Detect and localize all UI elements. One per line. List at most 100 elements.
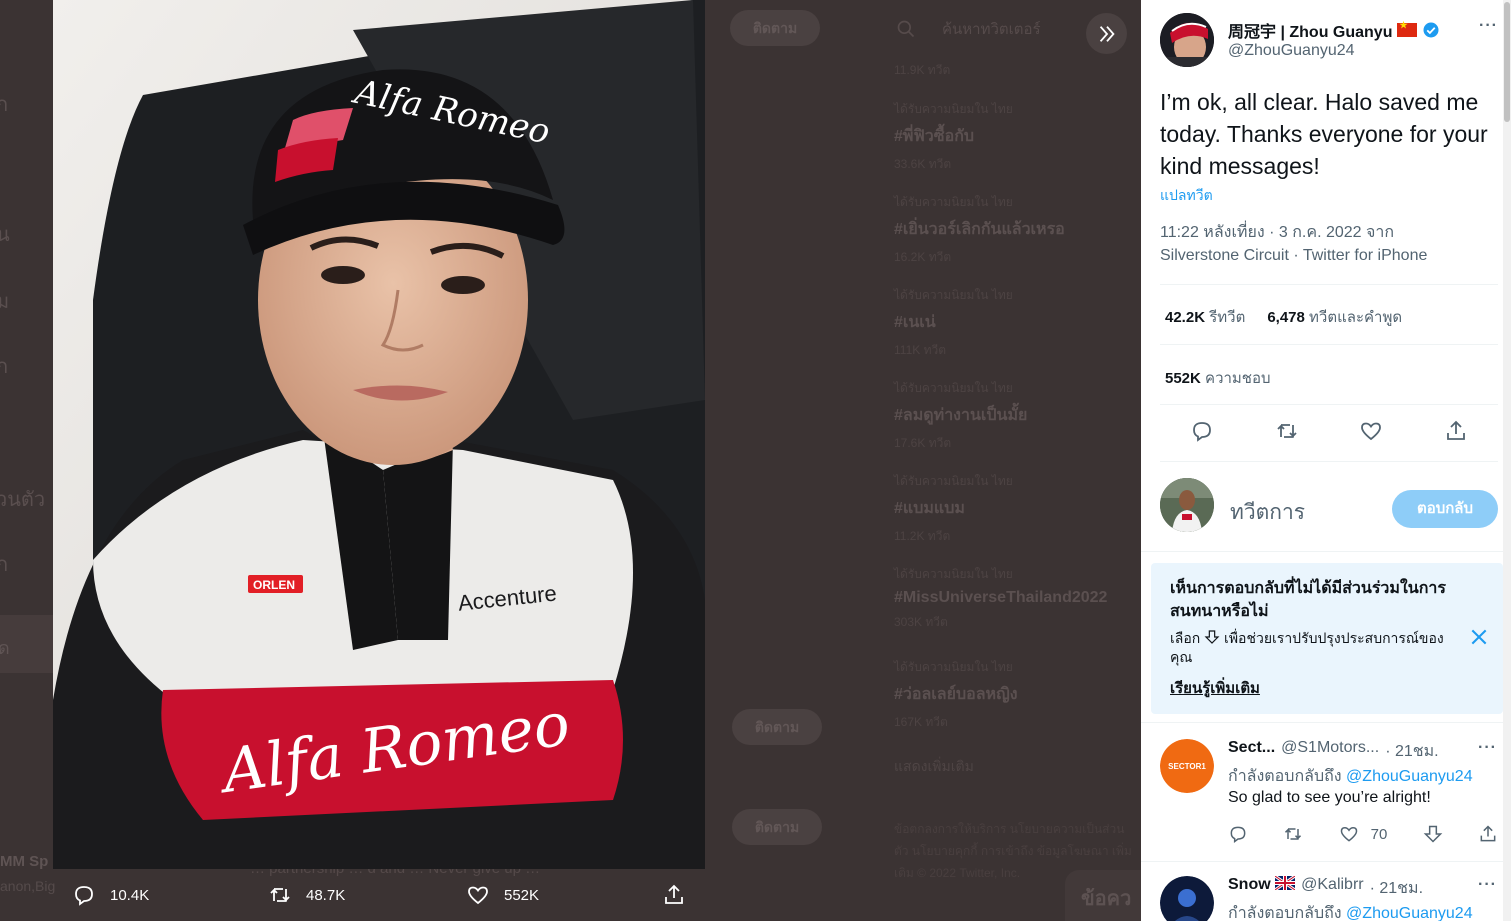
china-flag-icon bbox=[1397, 20, 1418, 37]
translate-tweet-link[interactable]: แปลทวีต bbox=[1160, 185, 1213, 207]
nav-fragment: ก bbox=[0, 356, 9, 378]
likes-stat[interactable]: 552K ความชอบ bbox=[1165, 366, 1271, 390]
more-options-icon[interactable]: ··· bbox=[1478, 876, 1497, 894]
reply-icon[interactable] bbox=[1228, 824, 1248, 844]
notice-body: เลือก เพื่อช่วยเราปรับปรุงประสบการณ์ของค… bbox=[1170, 630, 1444, 665]
trend-item: ได้รับความนิยมใน ไทย #MissUniverseThailan… bbox=[894, 567, 1108, 629]
author-name-text: 周冠宇 | Zhou Guanyu bbox=[1228, 24, 1393, 41]
more-options-icon[interactable]: ··· bbox=[1479, 17, 1498, 35]
tweet-author: 周冠宇 | Zhou Guanyu @ZhouGuanyu24 ··· bbox=[1160, 13, 1500, 69]
expand-panel-button[interactable] bbox=[1086, 13, 1127, 54]
divider bbox=[1141, 551, 1503, 552]
divider bbox=[1141, 861, 1503, 862]
tweet-photo: Alfa Romeo ORLEN Accenture Alfa Romeo bbox=[53, 0, 705, 869]
divider bbox=[1160, 284, 1498, 285]
verified-badge-icon bbox=[1423, 22, 1439, 38]
nav-fragment: ก bbox=[0, 554, 9, 576]
replying-to: กำลังตอบกลับถึง @ZhouGuanyu24 bbox=[1228, 768, 1473, 785]
media-retweet-button[interactable]: 48.7K bbox=[268, 883, 345, 907]
chevrons-right-icon bbox=[1099, 25, 1115, 42]
avatar[interactable]: SECTOR1 bbox=[1160, 739, 1214, 793]
selfie-image: Alfa Romeo ORLEN Accenture Alfa Romeo bbox=[53, 0, 705, 869]
show-more-link: แสดงเพิ่มเติม bbox=[894, 758, 974, 774]
avatar[interactable] bbox=[1160, 13, 1214, 67]
media-action-bar: 10.4K 48.7K 552K bbox=[0, 869, 1141, 921]
uk-flag-icon bbox=[1274, 874, 1296, 892]
scrollbar-thumb[interactable] bbox=[1504, 2, 1510, 122]
reply-header: Snow @Kalibrr · 21ชม. bbox=[1228, 874, 1498, 901]
reply-time[interactable]: · 21ชม. bbox=[1385, 739, 1438, 764]
divider bbox=[1160, 461, 1498, 462]
reply-input[interactable]: ทวีตการ bbox=[1230, 496, 1305, 529]
divider bbox=[1160, 404, 1498, 405]
mention-link[interactable]: @ZhouGuanyu24 bbox=[1346, 768, 1473, 785]
trend-item: ได้รับความนิยมใน ไทย #ลมดูท่างานเป็นมั้ย 1… bbox=[894, 381, 1028, 450]
reply-author-handle[interactable]: @Kalibrr bbox=[1301, 876, 1363, 901]
media-retweet-count: 48.7K bbox=[306, 886, 346, 904]
heart-icon bbox=[468, 886, 488, 905]
avatar[interactable] bbox=[1160, 876, 1214, 921]
reply-time[interactable]: · 21ชม. bbox=[1370, 876, 1423, 901]
media-like-button[interactable]: 552K bbox=[466, 883, 539, 907]
trend-item: ได้รับความนิยมใน ไทย #ว่อลเลย์บอลหญิง 167K… bbox=[894, 660, 1018, 729]
media-reply-button[interactable]: 10.4K bbox=[72, 883, 149, 907]
reply-icon bbox=[75, 886, 93, 906]
svg-text:ORLEN: ORLEN bbox=[253, 578, 295, 592]
reply-tweet[interactable]: Snow @Kalibrr · 21ชม. ··· กำลังตอบกลับถึ… bbox=[1160, 874, 1500, 921]
follow-button: ติดตาม bbox=[732, 809, 822, 845]
reply-tweet[interactable]: SECTOR1 Sect... @S1Motors... · 21ชม. ···… bbox=[1160, 739, 1500, 859]
quotes-stat[interactable]: 6,478 ทวีตและคำพูด bbox=[1267, 305, 1402, 329]
share-icon bbox=[665, 884, 683, 904]
more-options-icon[interactable]: ··· bbox=[1478, 739, 1497, 757]
heart-icon bbox=[1340, 826, 1357, 842]
follow-button: ติดตาม bbox=[730, 10, 820, 46]
reply-button[interactable]: ตอบกลับ bbox=[1392, 490, 1498, 528]
trend-item: ได้รับความนิยมใน ไทย #พี่ฟิวซื้อกับ 33.6K … bbox=[894, 102, 1013, 171]
reply-author-name[interactable]: Sect... bbox=[1228, 739, 1275, 764]
nav-fragment: ก bbox=[0, 94, 9, 116]
author-name[interactable]: 周冠宇 | Zhou Guanyu bbox=[1228, 18, 1440, 42]
replying-to: กำลังตอบกลับถึง @ZhouGuanyu24 bbox=[1228, 905, 1473, 921]
reply-text: So glad to see you’re alright! bbox=[1228, 789, 1431, 806]
tweet-actions bbox=[1160, 415, 1498, 447]
media-share-button[interactable] bbox=[662, 883, 686, 907]
share-icon[interactable] bbox=[1444, 419, 1468, 443]
bg-space-title: MM Sp bbox=[0, 853, 49, 870]
heart-icon[interactable] bbox=[1359, 419, 1383, 443]
reply-like-count: 70 bbox=[1370, 825, 1388, 843]
mention-link[interactable]: @ZhouGuanyu24 bbox=[1346, 905, 1473, 921]
share-icon[interactable] bbox=[1478, 824, 1498, 844]
reply-like-button[interactable]: 70 bbox=[1339, 824, 1388, 844]
retweets-stat[interactable]: 42.2K รีทวีต bbox=[1165, 305, 1245, 329]
trend-count: 11.9K ทวีต bbox=[894, 63, 951, 77]
left-nav-fragments: ก น ม ก วนตัว ก bbox=[0, 0, 55, 921]
learn-more-link[interactable]: เรียนรู้เพิ่มเติม bbox=[1170, 676, 1260, 700]
nav-fragment: ม bbox=[0, 291, 10, 313]
nav-fragment: น bbox=[0, 224, 10, 246]
avatar[interactable] bbox=[1160, 478, 1214, 532]
feedback-notice: เห็นการตอบกลับที่ไม่ได้มีส่วนร่วมในการสน… bbox=[1151, 563, 1503, 714]
media-reply-count: 10.4K bbox=[110, 886, 150, 904]
scrollbar[interactable] bbox=[1503, 0, 1511, 921]
retweet-icon[interactable] bbox=[1275, 419, 1299, 443]
retweet-icon[interactable] bbox=[1283, 824, 1303, 844]
author-handle[interactable]: @ZhouGuanyu24 bbox=[1228, 42, 1355, 60]
tweet-timestamp[interactable]: 11:22 หลังเที่ยง · 3 ก.ค. 2022 จาก bbox=[1160, 221, 1490, 244]
reply-header: Sect... @S1Motors... · 21ชม. bbox=[1228, 739, 1498, 764]
reply-author-name[interactable]: Snow bbox=[1228, 874, 1296, 901]
nav-highlight: ด bbox=[0, 615, 53, 673]
tweet-detail-panel: 周冠宇 | Zhou Guanyu @ZhouGuanyu24 ··· I’m … bbox=[1141, 0, 1511, 921]
follow-button: ติดตาม bbox=[732, 709, 822, 745]
reply-icon[interactable] bbox=[1190, 419, 1214, 443]
notice-title: เห็นการตอบกลับที่ไม่ได้มีส่วนร่วมในการสน… bbox=[1170, 580, 1446, 620]
reply-author-handle[interactable]: @S1Motors... bbox=[1281, 739, 1379, 764]
media-like-count: 552K bbox=[504, 886, 540, 904]
close-icon[interactable] bbox=[1469, 627, 1489, 647]
tweet-source[interactable]: Silverstone Circuit · Twitter for iPhone bbox=[1160, 244, 1490, 267]
reply-composer: ทวีตการ ตอบกลับ bbox=[1160, 478, 1498, 536]
divider bbox=[1160, 344, 1498, 345]
trend-item: ได้รับความนิยมใน ไทย #แบมแบม 11.2K ทวีต bbox=[894, 474, 1013, 543]
downvote-icon[interactable] bbox=[1423, 824, 1443, 844]
trend-item: ได้รับความนิยมใน ไทย #เยิ่นวอร์เลิกกันแล้… bbox=[894, 195, 1065, 264]
tweet-text: I’m ok, all clear. Halo saved me today. … bbox=[1160, 89, 1488, 179]
